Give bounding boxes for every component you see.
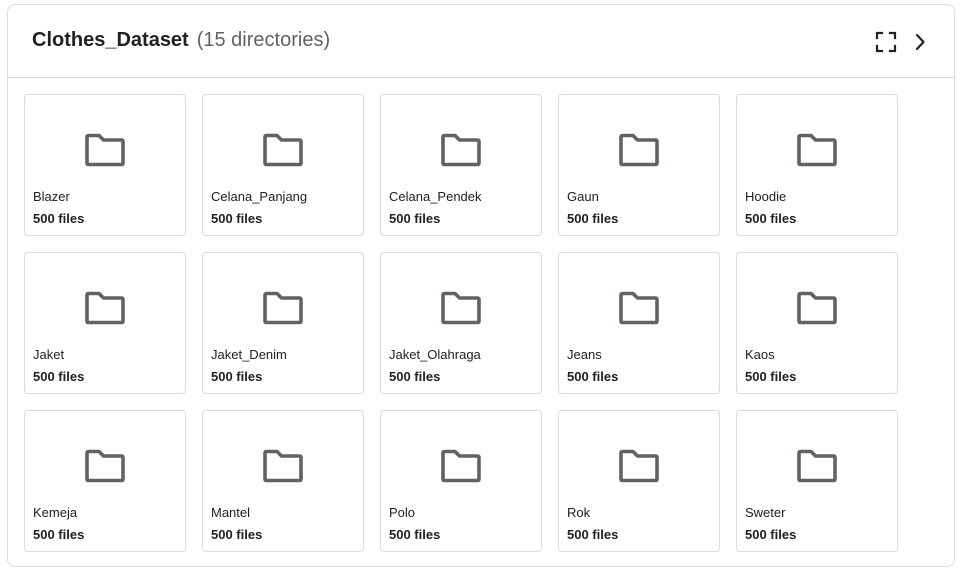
directory-count: (15 directories) [196,29,331,51]
directory-tile-blazer[interactable]: Blazer 500 files [24,94,186,236]
folder-icon [441,133,481,167]
directory-tile-kaos[interactable]: Kaos 500 files [736,252,898,394]
directory-tile-gaun[interactable]: Gaun 500 files [558,94,720,236]
folder-icon [619,133,659,167]
directory-name: Polo [389,505,416,520]
folder-icon [797,133,837,167]
file-count: 500 files [211,369,263,384]
folder-icon [619,449,659,483]
folder-icon [797,449,837,483]
directory-tile-mantel[interactable]: Mantel 500 files [202,410,364,552]
folder-icon [85,133,125,167]
next-button[interactable] [908,30,932,54]
file-count: 500 files [33,369,85,384]
file-count: 500 files [745,369,797,384]
directory-name: Jaket_Olahraga [389,347,481,362]
folder-icon [441,291,481,325]
file-count: 500 files [567,369,619,384]
directory-tile-jaket[interactable]: Jaket 500 files [24,252,186,394]
folder-icon [263,291,303,325]
directory-name: Kaos [745,347,775,362]
directory-tile-polo[interactable]: Polo 500 files [380,410,542,552]
fullscreen-button[interactable] [874,30,898,54]
file-count: 500 files [33,211,85,226]
directory-tile-jaket-denim[interactable]: Jaket_Denim 500 files [202,252,364,394]
directory-tile-jaket-olahraga[interactable]: Jaket_Olahraga 500 files [380,252,542,394]
directory-tile-celana-pendek[interactable]: Celana_Pendek 500 files [380,94,542,236]
directory-name: Jaket [33,347,65,362]
file-count: 500 files [211,211,263,226]
fullscreen-icon [875,31,897,53]
directory-tile-sweter[interactable]: Sweter 500 files [736,410,898,552]
title-group: Clothes_Dataset (15 directories) [32,29,330,52]
file-count: 500 files [567,527,619,542]
directory-tile-kemeja[interactable]: Kemeja 500 files [24,410,186,552]
directory-name: Blazer [33,189,70,204]
folder-icon [619,291,659,325]
file-count: 500 files [211,527,263,542]
directory-name: Celana_Pendek [389,189,482,204]
directory-name: Jaket_Denim [211,347,287,362]
file-count: 500 files [33,527,85,542]
folder-icon [797,291,837,325]
directory-grid: Blazer 500 files Celana_Panjang 500 file… [24,94,898,552]
file-count: 500 files [745,211,797,226]
directory-tile-jeans[interactable]: Jeans 500 files [558,252,720,394]
file-count: 500 files [389,369,441,384]
folder-icon [441,449,481,483]
chevron-right-icon [915,33,925,51]
file-count: 500 files [567,211,619,226]
file-count: 500 files [389,527,441,542]
directory-name: Gaun [567,189,599,204]
folder-icon [85,449,125,483]
panel-header: Clothes_Dataset (15 directories) [8,5,954,78]
directory-tile-hoodie[interactable]: Hoodie 500 files [736,94,898,236]
directory-name: Celana_Panjang [211,189,308,204]
directory-panel: Clothes_Dataset (15 directories) Blazer … [7,4,955,567]
directory-tile-rok[interactable]: Rok 500 files [558,410,720,552]
directory-name: Sweter [745,505,786,520]
directory-name: Rok [567,505,591,520]
directory-name: Jeans [567,347,602,362]
directory-name: Mantel [211,505,251,520]
directory-tile-celana-panjang[interactable]: Celana_Panjang 500 files [202,94,364,236]
folder-icon [263,133,303,167]
directory-name: Kemeja [33,505,78,520]
dataset-title: Clothes_Dataset [32,29,189,51]
directory-name: Hoodie [745,189,787,204]
folder-icon [85,291,125,325]
folder-icon [263,449,303,483]
file-count: 500 files [389,211,441,226]
file-count: 500 files [745,527,797,542]
